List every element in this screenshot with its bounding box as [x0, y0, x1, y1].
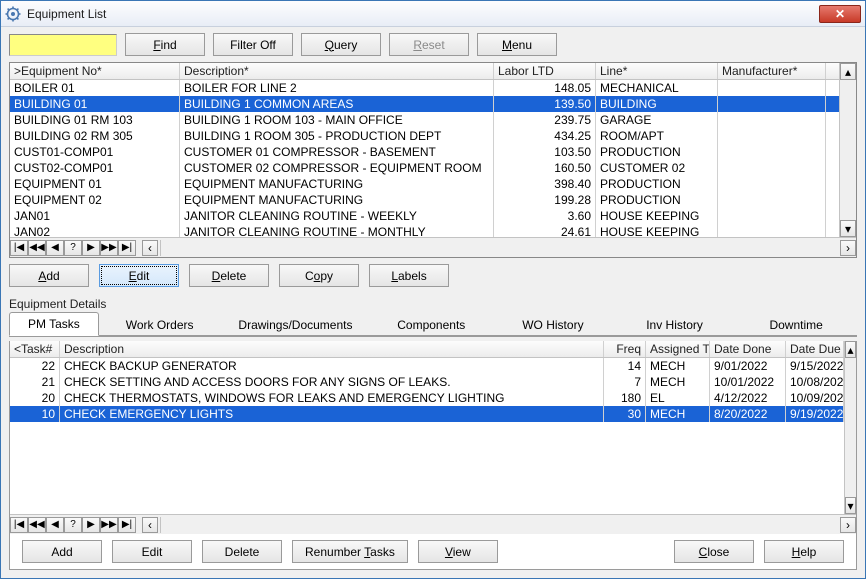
window-title: Equipment List	[27, 7, 819, 21]
col-description[interactable]: Description*	[180, 63, 494, 79]
equipment-grid-body: BOILER 01BOILER FOR LINE 2148.05MECHANIC…	[10, 80, 839, 237]
pm-tasks-grid: <Task# Description Freq Assigned T Date …	[10, 341, 856, 534]
nav-next-page-button[interactable]: ▶▶	[100, 240, 118, 256]
window-close-button[interactable]: ✕	[819, 5, 861, 23]
hscroll-track[interactable]	[160, 240, 840, 256]
table-row[interactable]: 21CHECK SETTING AND ACCESS DOORS FOR ANY…	[10, 374, 844, 390]
col-line[interactable]: Line*	[596, 63, 718, 79]
nav-prev-button[interactable]: ◀	[46, 240, 64, 256]
col-date-done[interactable]: Date Done	[710, 341, 786, 357]
tab-wo-history[interactable]: WO History	[492, 315, 614, 336]
col-task-description[interactable]: Description	[60, 341, 604, 357]
scroll-up-icon[interactable]: ▴	[845, 341, 856, 358]
nav-next-button[interactable]: ▶	[82, 517, 100, 533]
equipment-list-window: Equipment List ✕ Find Filter Off Query R…	[0, 0, 866, 579]
search-toolbar: Find Filter Off Query Reset Menu	[9, 33, 857, 56]
help-button[interactable]: Help	[764, 540, 844, 563]
close-button[interactable]: Close	[674, 540, 754, 563]
equipment-record-navigator: |◀ ◀◀ ◀ ? ▶ ▶▶ ▶| ‹ ›	[10, 237, 856, 257]
nav-last-button[interactable]: ▶|	[118, 517, 136, 533]
titlebar: Equipment List ✕	[1, 1, 865, 27]
search-input[interactable]	[9, 34, 117, 56]
table-row[interactable]: CUST02-COMP01CUSTOMER 02 COMPRESSOR - EQ…	[10, 160, 839, 176]
equipment-grid-header: >Equipment No* Description* Labor LTD Li…	[10, 63, 839, 80]
table-row[interactable]: 22CHECK BACKUP GENERATOR14MECH9/01/20229…	[10, 358, 844, 374]
table-row[interactable]: CUST01-COMP01CUSTOMER 01 COMPRESSOR - BA…	[10, 144, 839, 160]
col-freq[interactable]: Freq	[604, 341, 646, 357]
pm-tasks-panel: <Task# Description Freq Assigned T Date …	[9, 341, 857, 570]
tasks-footer-buttons: Add Edit Delete Renumber Tasks View Clos…	[10, 534, 856, 569]
tasks-vertical-scrollbar[interactable]: ▴ ▾	[844, 341, 856, 514]
table-row[interactable]: EQUIPMENT 01EQUIPMENT MANUFACTURING398.4…	[10, 176, 839, 192]
col-equipment-no[interactable]: >Equipment No*	[10, 63, 180, 79]
nav-last-button[interactable]: ▶|	[118, 240, 136, 256]
delete-button[interactable]: Delete	[189, 264, 269, 287]
scroll-down-icon[interactable]: ▾	[845, 497, 856, 514]
task-delete-button[interactable]: Delete	[202, 540, 282, 563]
hscroll-left-icon[interactable]: ‹	[142, 517, 158, 533]
tab-pm-tasks[interactable]: PM Tasks	[9, 312, 99, 336]
query-button[interactable]: Query	[301, 33, 381, 56]
edit-button[interactable]: Edit	[99, 264, 179, 287]
table-row[interactable]: EQUIPMENT 02EQUIPMENT MANUFACTURING199.2…	[10, 192, 839, 208]
find-button[interactable]: Find	[125, 33, 205, 56]
close-icon: ✕	[835, 8, 845, 20]
renumber-tasks-button[interactable]: Renumber Tasks	[292, 540, 408, 563]
reset-button: Reset	[389, 33, 469, 56]
tab-inv-history[interactable]: Inv History	[614, 315, 736, 336]
table-row[interactable]: 10CHECK EMERGENCY LIGHTS30MECH8/20/20229…	[10, 406, 844, 422]
tasks-grid-header: <Task# Description Freq Assigned T Date …	[10, 341, 844, 358]
view-button[interactable]: View	[418, 540, 498, 563]
nav-next-button[interactable]: ▶	[82, 240, 100, 256]
add-button[interactable]: Add	[9, 264, 89, 287]
col-labor-ltd[interactable]: Labor LTD	[494, 63, 596, 79]
scroll-up-icon[interactable]: ▴	[840, 63, 856, 80]
nav-next-page-button[interactable]: ▶▶	[100, 517, 118, 533]
col-date-due[interactable]: Date Due	[786, 341, 844, 357]
table-row[interactable]: 20CHECK THERMOSTATS, WINDOWS FOR LEAKS A…	[10, 390, 844, 406]
nav-help-button[interactable]: ?	[64, 240, 82, 256]
equipment-crud-row: Add Edit Delete Copy Labels	[9, 262, 857, 291]
labels-button[interactable]: Labels	[369, 264, 449, 287]
copy-button[interactable]: Copy	[279, 264, 359, 287]
table-row[interactable]: BOILER 01BOILER FOR LINE 2148.05MECHANIC…	[10, 80, 839, 96]
nav-help-button[interactable]: ?	[64, 517, 82, 533]
hscroll-right-icon[interactable]: ›	[840, 240, 856, 256]
tab-downtime[interactable]: Downtime	[735, 315, 857, 336]
tasks-grid-body: 22CHECK BACKUP GENERATOR14MECH9/01/20229…	[10, 358, 844, 422]
nav-first-button[interactable]: |◀	[10, 517, 28, 533]
col-assigned-to[interactable]: Assigned T	[646, 341, 710, 357]
tab-components[interactable]: Components	[370, 315, 492, 336]
equipment-details-label: Equipment Details	[9, 297, 857, 311]
col-task-no[interactable]: <Task#	[10, 341, 60, 357]
menu-button[interactable]: Menu	[477, 33, 557, 56]
app-gear-icon	[5, 6, 21, 22]
scroll-down-icon[interactable]: ▾	[840, 220, 856, 237]
hscroll-right-icon[interactable]: ›	[840, 517, 856, 533]
table-row[interactable]: JAN01JANITOR CLEANING ROUTINE - WEEKLY3.…	[10, 208, 839, 224]
details-tabstrip: PM Tasks Work Orders Drawings/Documents …	[9, 315, 857, 337]
hscroll-track[interactable]	[160, 517, 840, 533]
hscroll-left-icon[interactable]: ‹	[142, 240, 158, 256]
table-row[interactable]: BUILDING 01 RM 103BUILDING 1 ROOM 103 - …	[10, 112, 839, 128]
tasks-record-navigator: |◀ ◀◀ ◀ ? ▶ ▶▶ ▶| ‹ ›	[10, 514, 856, 534]
tab-work-orders[interactable]: Work Orders	[99, 315, 221, 336]
tab-drawings-documents[interactable]: Drawings/Documents	[220, 315, 370, 336]
nav-prev-page-button[interactable]: ◀◀	[28, 240, 46, 256]
task-add-button[interactable]: Add	[22, 540, 102, 563]
table-row[interactable]: BUILDING 02 RM 305BUILDING 1 ROOM 305 - …	[10, 128, 839, 144]
nav-first-button[interactable]: |◀	[10, 240, 28, 256]
table-row[interactable]: BUILDING 01BUILDING 1 COMMON AREAS139.50…	[10, 96, 839, 112]
task-edit-button[interactable]: Edit	[112, 540, 192, 563]
table-row[interactable]: JAN02JANITOR CLEANING ROUTINE - MONTHLY2…	[10, 224, 839, 237]
filter-off-button[interactable]: Filter Off	[213, 33, 293, 56]
equipment-grid: >Equipment No* Description* Labor LTD Li…	[9, 62, 857, 258]
col-manufacturer[interactable]: Manufacturer*	[718, 63, 826, 79]
content-area: Find Filter Off Query Reset Menu >Equipm…	[1, 27, 865, 578]
equipment-vertical-scrollbar[interactable]: ▴ ▾	[839, 63, 856, 237]
nav-prev-page-button[interactable]: ◀◀	[28, 517, 46, 533]
nav-prev-button[interactable]: ◀	[46, 517, 64, 533]
